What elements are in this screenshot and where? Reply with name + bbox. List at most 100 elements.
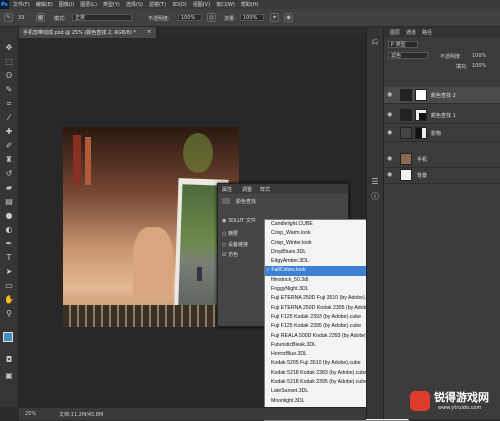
- book-spine: [73, 135, 81, 185]
- blend-mode-select[interactable]: 滤色: [388, 52, 428, 59]
- menu-view[interactable]: 视图(V): [193, 1, 210, 8]
- type-tool-icon[interactable]: T: [4, 253, 14, 263]
- row-device-link[interactable]: ○ 设备链接: [222, 241, 248, 248]
- menu-file[interactable]: 文件(F): [13, 1, 30, 8]
- visibility-eye-icon[interactable]: ◉: [387, 156, 393, 162]
- layer-mask-thumb[interactable]: [415, 109, 427, 121]
- foreground-color-swatch[interactable]: [3, 332, 13, 342]
- visibility-eye-icon[interactable]: ◉: [387, 92, 393, 98]
- screen-mode-icon[interactable]: ▣: [4, 371, 14, 381]
- layer-row-lookup-1[interactable]: ◉ 颜色查找 1: [384, 107, 500, 124]
- visibility-eye-icon[interactable]: ◉: [387, 172, 393, 178]
- eyedropper-icon[interactable]: ⁄: [4, 113, 14, 123]
- airbrush-icon[interactable]: ✦: [270, 13, 279, 22]
- mode-label: 模式:: [54, 16, 66, 22]
- layer-mask-thumb[interactable]: [415, 127, 427, 139]
- lut-list-item-label: FallColors.look: [271, 267, 306, 274]
- document-image[interactable]: [63, 127, 239, 327]
- tab-channels[interactable]: 通道: [406, 29, 416, 36]
- layer-thumb: [400, 153, 412, 165]
- document-tab-title: 手机忽带动成.psd @ 25% (颜色查找 2, RGB/8) *: [23, 30, 137, 36]
- properties-title: 颜色查找: [236, 199, 257, 205]
- menu-type[interactable]: 类型(Y): [103, 1, 120, 8]
- row-dither-label: 仿色: [228, 252, 239, 258]
- info-panel-icon[interactable]: ⓘ: [370, 192, 380, 202]
- lut-list-item-label: HorrorBlue.3DL: [271, 351, 308, 358]
- status-bar: 25% 文档:11.2M/45.8M: [19, 407, 366, 420]
- dodge-tool-icon[interactable]: ◐: [4, 225, 14, 235]
- layer-opacity-value[interactable]: 100%: [472, 53, 486, 59]
- lut-list-item-label: DropBlues.3DL: [271, 248, 307, 255]
- menu-layer[interactable]: 图层(L): [80, 1, 97, 8]
- zoom-level[interactable]: 25%: [25, 411, 36, 417]
- checkmark-icon: ✓: [266, 267, 271, 274]
- layer-mask-thumb[interactable]: [415, 89, 427, 101]
- watermark-logo: [410, 391, 430, 411]
- layer-name: 颜色查找 1: [431, 113, 456, 119]
- pressure-size-icon[interactable]: ◉: [284, 13, 293, 22]
- menu-window[interactable]: 窗口(W): [216, 1, 235, 8]
- row-3dlut-file[interactable]: ◉ 3DLUT 文件: [222, 217, 256, 224]
- photoshop-logo: Ps: [0, 0, 9, 9]
- lut-list-item-label: Kodak 5218 Kodak 2383 (by Adobe).cube: [271, 369, 368, 376]
- quick-select-icon[interactable]: ✎: [4, 85, 14, 95]
- flow-label: 流量:: [224, 16, 236, 22]
- brush-panel-icon[interactable]: ▦: [36, 13, 45, 22]
- layer-row-phone[interactable]: ◉ 手机: [384, 151, 500, 168]
- clone-stamp-icon[interactable]: ♜: [4, 155, 14, 165]
- row-abstract[interactable]: ○ 摘要: [222, 230, 238, 237]
- brush-tool-icon[interactable]: ✎: [4, 13, 13, 22]
- tab-layers[interactable]: 图层: [390, 29, 400, 36]
- layers-tabbar: [384, 27, 500, 37]
- menu-select[interactable]: 选择(S): [126, 1, 143, 8]
- path-select-icon[interactable]: ➤: [4, 267, 14, 277]
- watermark-url: www.ytruido.com: [438, 405, 482, 411]
- lut-list-item-label: Moonlight.3DL: [271, 397, 305, 404]
- gradient-icon[interactable]: ▤: [4, 197, 14, 207]
- layer-row-lookup-2[interactable]: ◉ 颜色查找 2: [384, 87, 500, 104]
- lasso-tool-icon[interactable]: ʘ: [4, 71, 14, 81]
- menu-help[interactable]: 帮助(H): [241, 1, 259, 8]
- row-dither[interactable]: ☑ 仿色: [222, 251, 238, 258]
- layer-row-background[interactable]: ◉ 背景: [384, 167, 500, 184]
- eraser-icon[interactable]: ▰: [4, 183, 14, 193]
- visibility-eye-icon[interactable]: ◉: [387, 112, 393, 118]
- row-abstract-label: 摘要: [227, 231, 238, 237]
- tab-adjustments[interactable]: 调整: [242, 186, 252, 193]
- menu-image[interactable]: 图像(I): [59, 1, 74, 8]
- options-bar: ✎ 33 ▦ 模式: 正常 不透明度: 100% ◎ 流量: 100% ✦ ◉: [0, 9, 500, 27]
- menu-3d[interactable]: 3D(D): [172, 2, 187, 8]
- fill-value[interactable]: 100%: [472, 63, 486, 69]
- tab-properties[interactable]: 属性: [222, 186, 232, 193]
- mode-select[interactable]: 正常: [72, 14, 132, 21]
- tab-paths[interactable]: 路径: [422, 29, 432, 36]
- flow-field[interactable]: 100%: [240, 14, 264, 21]
- quick-mask-icon[interactable]: ◘: [4, 355, 14, 365]
- pressure-opacity-icon[interactable]: ◎: [207, 13, 216, 22]
- document-tab[interactable]: 手机忽带动成.psd @ 25% (颜色查找 2, RGB/8) * ×: [19, 27, 157, 38]
- panel-dock: ⎌ ☰ ⓘ: [366, 27, 383, 419]
- history-panel-icon[interactable]: ⎌: [370, 37, 380, 47]
- pen-tool-icon[interactable]: ✒: [4, 239, 14, 249]
- menu-edit[interactable]: 编辑(E): [36, 1, 53, 8]
- layer-row-shadow[interactable]: ◉ 影物: [384, 125, 500, 142]
- shape-tool-icon[interactable]: ▭: [4, 281, 14, 291]
- lut-list-item-label: Candlelight.CUBE: [271, 221, 313, 227]
- brush-size[interactable]: 33: [18, 15, 24, 21]
- hand-tool-icon[interactable]: ✋: [4, 295, 14, 305]
- close-tab-icon[interactable]: ×: [147, 29, 151, 35]
- move-tool-icon[interactable]: ✥: [4, 43, 14, 53]
- menu-filter[interactable]: 滤镜(T): [149, 1, 166, 8]
- layer-kind-filter[interactable]: P 类型: [388, 41, 418, 48]
- history-brush-icon[interactable]: ↺: [4, 169, 14, 179]
- crop-tool-icon[interactable]: ⌗: [4, 99, 14, 109]
- tab-styles[interactable]: 样式: [260, 186, 270, 193]
- zoom-tool-icon[interactable]: ⚲: [4, 309, 14, 319]
- properties-panel-icon[interactable]: ☰: [370, 177, 380, 187]
- opacity-field[interactable]: 100%: [178, 14, 202, 21]
- healing-brush-icon[interactable]: ✚: [4, 127, 14, 137]
- visibility-eye-icon[interactable]: ◉: [387, 130, 393, 136]
- marquee-tool-icon[interactable]: ⬚: [4, 57, 14, 67]
- brush-tool-icon[interactable]: ✐: [4, 141, 14, 151]
- blur-tool-icon[interactable]: ●: [4, 211, 14, 221]
